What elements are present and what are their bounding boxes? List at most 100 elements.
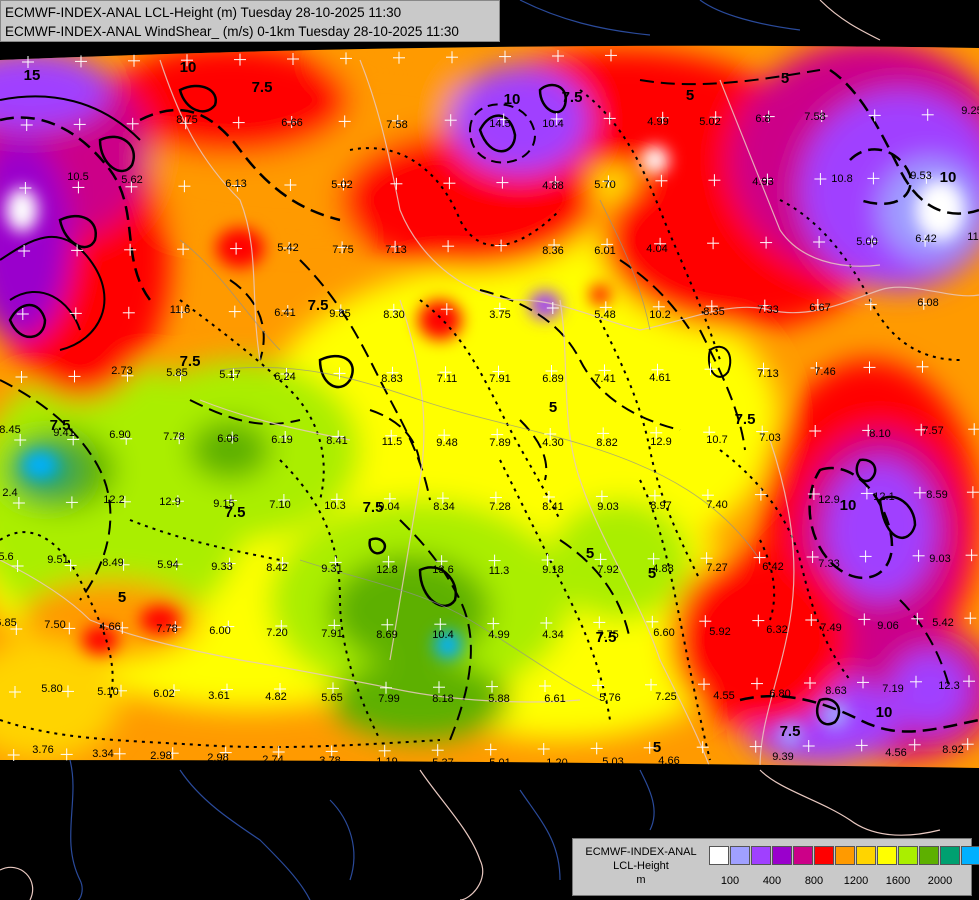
legend-swatch (877, 846, 897, 865)
station-value: 4.88 (652, 563, 673, 575)
station-value: 9.53 (910, 170, 931, 182)
station-value: 6.02 (153, 688, 174, 700)
contour-label: 5 (686, 87, 694, 104)
legend-title: ECMWF-INDEX-ANAL LCL-Height m (577, 845, 705, 887)
station-value: 4.04 (646, 243, 667, 255)
station-value: 14.5 (489, 118, 510, 130)
station-value: 3.78 (319, 755, 340, 767)
station-value: 6.60 (653, 627, 674, 639)
station-value: 8.59 (926, 489, 947, 501)
station-value: 9.39 (772, 751, 793, 763)
station-value: 10.2 (649, 309, 670, 321)
station-value: 5.76 (599, 692, 620, 704)
station-value: 5.03 (602, 756, 623, 768)
station-value: 2.74 (262, 754, 283, 766)
station-value: 7.75 (332, 244, 353, 256)
station-value: 2.73 (111, 365, 132, 377)
contour-label: 7.5 (562, 89, 583, 106)
station-value: 7.27 (706, 562, 727, 574)
contour-label: 7.5 (308, 297, 329, 314)
station-value: 6.80 (769, 688, 790, 700)
station-value: 9.48 (436, 437, 457, 449)
legend-tick: 2000 (927, 875, 953, 887)
station-value: 8.10 (869, 428, 890, 440)
station-value: 8.41 (326, 435, 347, 447)
station-value: 9.03 (929, 553, 950, 565)
station-value: 9.33 (211, 561, 232, 573)
station-value: 5.88 (488, 693, 509, 705)
station-value: 7.03 (759, 432, 780, 444)
legend-tick: 800 (804, 875, 824, 887)
contour-label: 10 (940, 169, 957, 186)
contour-label: 10 (876, 704, 893, 721)
legend-tick: 1200 (843, 875, 869, 887)
station-value: 11.5 (382, 436, 403, 448)
station-value: 4.55 (713, 690, 734, 702)
station-value: 7.92 (597, 564, 618, 576)
legend-swatch (709, 846, 729, 865)
station-value: 6.89 (542, 373, 563, 385)
station-value: 1.20 (546, 757, 567, 769)
legend-swatch (961, 846, 979, 865)
station-value: 2.98 (150, 750, 171, 762)
station-value: 7.89 (489, 437, 510, 449)
station-value: 7.49 (820, 622, 841, 634)
title-line-windshear: ECMWF-INDEX-ANAL WindShear_ (m/s) 0-1km … (5, 24, 459, 39)
station-value: 12.3 (938, 680, 959, 692)
station-value: 6.42 (762, 561, 783, 573)
station-value: 11.6 (170, 304, 191, 316)
station-value: 6.85 (0, 617, 17, 629)
station-value: 3.75 (489, 309, 510, 321)
station-value: 8.92 (942, 744, 963, 756)
station-value: 4.66 (99, 621, 120, 633)
station-value: 4.56 (885, 747, 906, 759)
station-value: 4.88 (542, 180, 563, 192)
station-value: 2.98 (207, 752, 228, 764)
station-value: 4.93 (752, 176, 773, 188)
station-value: 8.42 (266, 562, 287, 574)
contour-label: 5 (653, 739, 661, 756)
station-value: 7.99 (378, 693, 399, 705)
contour-label: 7.5 (780, 723, 801, 740)
contour-label: 10 (504, 91, 521, 108)
station-value: 6.66 (281, 117, 302, 129)
station-value: 10.5 (67, 171, 88, 183)
station-value: 6.61 (544, 693, 565, 705)
lcl-height-map: 15 107.510 7.5 55107.57.57.5 7.557.5 7.5 10557… (0, 0, 979, 900)
station-value: 8.63 (825, 685, 846, 697)
station-value: 7.41 (594, 373, 615, 385)
station-value: 10.8 (831, 173, 852, 185)
station-value: 6.19 (271, 434, 292, 446)
station-value: 8.35 (703, 306, 724, 318)
station-value: 7.50 (44, 619, 65, 631)
station-value: 3.61 (208, 690, 229, 702)
station-value: 3.76 (32, 744, 53, 756)
station-value: 5.70 (594, 179, 615, 191)
station-value: 7.33 (757, 304, 778, 316)
station-value: 11.3 (489, 565, 510, 577)
station-value: 7.20 (266, 627, 287, 639)
station-value: 5.42 (932, 617, 953, 629)
station-value: 7.25 (655, 691, 676, 703)
station-value: 7.13 (757, 368, 778, 380)
station-value: 8.34 (433, 501, 454, 513)
station-value: 4.66 (658, 755, 679, 767)
legend-swatch (940, 846, 960, 865)
station-value: 7.33 (818, 558, 839, 570)
legend-tick: 400 (762, 875, 782, 887)
station-value: 7.46 (814, 366, 835, 378)
station-value: 5.00 (856, 236, 877, 248)
station-value: 5.92 (709, 626, 730, 638)
station-value: 10.4 (542, 118, 563, 130)
station-value: 7.78 (163, 431, 184, 443)
station-value: 8.97 (650, 500, 671, 512)
title-line-lcl: ECMWF-INDEX-ANAL LCL-Height (m) Tuesday … (5, 5, 402, 20)
station-value: 6.42 (915, 233, 936, 245)
station-value: 9.15 (213, 498, 234, 510)
map-title: ECMWF-INDEX-ANAL LCL-Height (m) Tuesday … (0, 0, 500, 42)
station-value: 6.01 (594, 245, 615, 257)
station-value: 9.03 (597, 501, 618, 513)
station-value: 12.8 (376, 564, 397, 576)
station-value: 5.10 (97, 686, 118, 698)
legend-swatch (814, 846, 834, 865)
